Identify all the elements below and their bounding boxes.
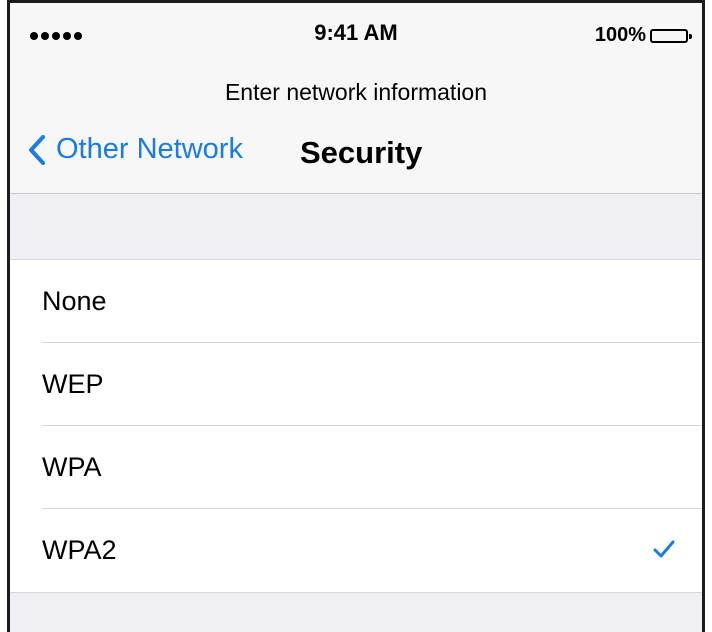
nav-prompt: Enter network information	[224, 79, 488, 105]
option-label: WEP	[42, 369, 104, 399]
page-title: Security	[300, 135, 423, 170]
security-option-none[interactable]: None	[10, 260, 702, 343]
security-option-wpa2[interactable]: WPA2	[10, 509, 702, 592]
option-label: WPA2	[42, 535, 117, 565]
security-option-wep[interactable]: WEP	[10, 343, 702, 426]
battery-icon	[650, 28, 692, 43]
battery-percent: 100%	[594, 24, 646, 46]
option-label: WPA	[42, 452, 102, 482]
option-label: None	[42, 286, 107, 316]
battery-status: 100%	[594, 24, 692, 47]
back-label: Other Network	[56, 133, 243, 165]
security-option-wpa[interactable]: WPA	[10, 426, 702, 509]
phone-screen: 9:41 AM 100% Enter network information O…	[7, 0, 705, 632]
checkmark-icon	[653, 540, 675, 558]
status-bar: 9:41 AM 100%	[10, 3, 702, 61]
security-options-list: None WEP WPA WPA2	[10, 259, 702, 593]
navigation-bar: Enter network information Other Network …	[10, 61, 702, 194]
back-button[interactable]: Other Network	[28, 133, 243, 166]
chevron-left-icon	[29, 134, 45, 165]
